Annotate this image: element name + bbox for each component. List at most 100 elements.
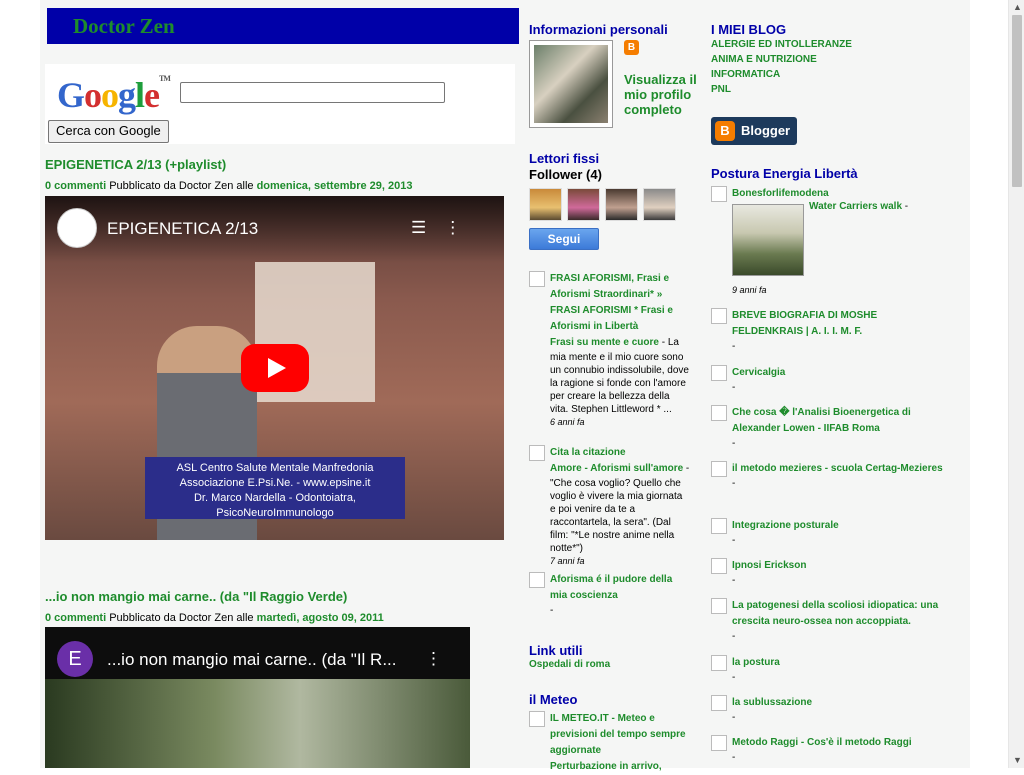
- blog-header: Doctor Zen: [47, 8, 519, 44]
- more-options-icon[interactable]: ⋮: [444, 218, 479, 237]
- feed-item-link[interactable]: Amore - Aforismi sull'amore: [550, 463, 683, 474]
- post-date-link[interactable]: martedì, agosto 09, 2011: [257, 612, 384, 624]
- blog-link[interactable]: ANIMA E NUTRIZIONE: [711, 52, 852, 67]
- feed-favicon: [529, 445, 545, 461]
- post-title[interactable]: ...io non mangio mai carne.. (da "Il Rag…: [45, 589, 347, 604]
- credit-line: Dr. Marco Nardella - Odontoiatra, PsicoN…: [193, 492, 356, 519]
- feed-favicon: [711, 695, 727, 711]
- feed-favicon: [529, 572, 545, 588]
- profile-image: [534, 45, 608, 123]
- left-margin: [0, 0, 40, 768]
- video-top-icons: ☰⋮: [411, 218, 479, 238]
- feed-title-link[interactable]: il metodo mezieres - scuola Certag-Mezie…: [732, 463, 943, 474]
- feed-snippet: - La mia mente e il mio cuore sono un co…: [550, 337, 689, 415]
- feed-title-link[interactable]: Aforisma é il pudore della mia coscienza: [550, 574, 672, 601]
- feed-dash: -: [732, 382, 736, 393]
- blog-title[interactable]: Doctor Zen: [73, 14, 175, 39]
- feed-item-line: Water Carriers walk -: [809, 201, 908, 212]
- video-title[interactable]: EPIGENETICA 2/13: [107, 219, 258, 239]
- scroll-thumb[interactable]: [1012, 15, 1022, 187]
- google-search-input[interactable]: [180, 82, 445, 103]
- feed-favicon: [711, 558, 727, 574]
- followers-heading: Lettori fissi: [529, 151, 600, 166]
- published-by: Pubblicato da Doctor Zen alle: [109, 180, 254, 192]
- post-date-link[interactable]: domenica, settembre 29, 2013: [257, 180, 413, 192]
- follower-avatar[interactable]: [605, 188, 638, 221]
- feed-title-link[interactable]: Cervicalgia: [732, 367, 785, 378]
- feed-dash: -: [732, 712, 736, 723]
- my-blogs-list: ALERGIE ED INTOLLERANZE ANIMA E NUTRIZIO…: [711, 37, 852, 97]
- blog-page: Doctor Zen GoogleTM Cerca con Google EPI…: [40, 0, 970, 772]
- blog-link[interactable]: PNL: [711, 82, 852, 97]
- view-profile-link[interactable]: Visualizza il mio profilo completo: [624, 72, 699, 117]
- feed-favicon: [711, 308, 727, 324]
- follower-avatar[interactable]: [643, 188, 676, 221]
- feed-dash: -: [732, 752, 736, 763]
- comments-link[interactable]: 0 commenti: [45, 180, 106, 192]
- blogger-logo-icon: B: [715, 121, 735, 141]
- feed-favicon: [711, 186, 727, 202]
- feed-title-link[interactable]: la postura: [732, 657, 780, 668]
- video-title[interactable]: ...io non mangio mai carne.. (da "Il R..…: [107, 650, 397, 670]
- feed-age: 9 anni fa: [732, 285, 767, 295]
- video-player[interactable]: E ...io non mangio mai carne.. (da "Il R…: [45, 627, 470, 768]
- feed-item-link[interactable]: Water Carriers walk: [809, 201, 902, 212]
- play-button[interactable]: [241, 344, 309, 392]
- credit-line: Associazione E.Psi.Ne. - www.epsine.it: [179, 477, 371, 489]
- feed-favicon: [529, 271, 545, 287]
- profile-photo[interactable]: [529, 40, 613, 128]
- feed-title-link[interactable]: la sublussazione: [732, 697, 812, 708]
- follower-avatar[interactable]: [567, 188, 600, 221]
- feed-dash: -: [732, 631, 736, 642]
- feed-age: 6 anni fa: [550, 417, 585, 427]
- meteo-heading: il Meteo: [529, 692, 578, 707]
- feed-dash: -: [732, 672, 736, 683]
- feed-title-link[interactable]: Cita la citazione: [550, 447, 626, 458]
- trademark-mark: TM: [159, 74, 171, 83]
- more-options-icon[interactable]: ⋮: [425, 649, 460, 669]
- video-credits: ASL Centro Salute Mentale Manfredonia As…: [145, 457, 405, 519]
- published-by: Pubblicato da Doctor Zen alle: [109, 612, 254, 624]
- follower-avatar[interactable]: [529, 188, 562, 221]
- feed-title-link[interactable]: Che cosa � l'Analisi Bioenergetica di Al…: [732, 407, 911, 434]
- follow-button[interactable]: Segui: [529, 228, 599, 250]
- blog-link[interactable]: ALERGIE ED INTOLLERANZE: [711, 37, 852, 52]
- blogger-badge[interactable]: B Blogger: [711, 117, 797, 145]
- comments-link[interactable]: 0 commenti: [45, 612, 106, 624]
- blog-link[interactable]: INFORMATICA: [711, 67, 852, 82]
- feed-title-link[interactable]: IL METEO.IT - Meteo e previsioni del tem…: [550, 713, 686, 756]
- feed-title-link[interactable]: BREVE BIOGRAFIA DI MOSHE FELDENKRAIS | A…: [732, 310, 877, 337]
- post-title[interactable]: EPIGENETICA 2/13 (+playlist): [45, 157, 226, 172]
- video-player[interactable]: EPIGENETICA 2/13 ☰⋮ ASL Centro Salute Me…: [45, 196, 504, 540]
- blogger-icon[interactable]: B: [624, 40, 639, 55]
- useful-link[interactable]: Ospedali di roma: [529, 659, 610, 670]
- feed-item-link[interactable]: Frasi su mente e cuore: [550, 337, 659, 348]
- post-meta: 0 commenti Pubblicato da Doctor Zen alle…: [45, 612, 384, 624]
- feed-title-link[interactable]: Bonesforlifemodena: [732, 188, 829, 199]
- scroll-down-arrow-icon[interactable]: ▼: [1013, 755, 1022, 765]
- feed-title-link[interactable]: FRASI AFORISMI, Frasi e Aforismi Straord…: [550, 273, 673, 332]
- google-search-button[interactable]: Cerca con Google: [48, 120, 169, 143]
- feed-favicon: [711, 735, 727, 751]
- feed-thumbnail[interactable]: [732, 204, 804, 276]
- profile-heading: Informazioni personali: [529, 22, 668, 37]
- post-meta: 0 commenti Pubblicato da Doctor Zen alle…: [45, 180, 413, 192]
- feed-dash: -: [732, 341, 736, 352]
- feed-dash: -: [732, 478, 736, 489]
- feed-snippet: -: [550, 605, 554, 616]
- feed-item-link[interactable]: Perturbazione in arrivo,: [550, 761, 662, 772]
- feed-title-link[interactable]: Metodo Raggi - Cos'è il metodo Raggi: [732, 737, 912, 748]
- feed-favicon: [529, 711, 545, 727]
- followers-count: Follower (4): [529, 167, 602, 182]
- feed-dash: -: [732, 535, 736, 546]
- feed-title-link[interactable]: Integrazione posturale: [732, 520, 839, 531]
- scroll-up-arrow-icon[interactable]: ▲: [1013, 2, 1022, 12]
- feed-title-link[interactable]: La patogenesi della scoliosi idiopatica:…: [732, 600, 938, 627]
- feed-favicon: [711, 655, 727, 671]
- vertical-scrollbar[interactable]: ▲ ▼: [1008, 0, 1024, 768]
- channel-avatar[interactable]: E: [57, 641, 93, 677]
- feed-title-link[interactable]: Ipnosi Erickson: [732, 560, 806, 571]
- channel-logo[interactable]: [57, 208, 97, 248]
- playlist-icon[interactable]: ☰: [411, 218, 444, 237]
- useful-links-heading: Link utili: [529, 643, 583, 658]
